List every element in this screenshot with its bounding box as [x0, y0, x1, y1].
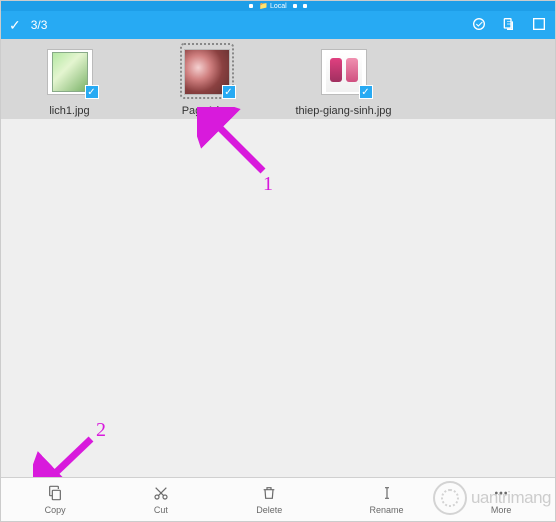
watermark-text: uantrimang	[471, 488, 551, 508]
status-location: 📁 Local	[259, 2, 286, 10]
delete-icon	[261, 485, 277, 504]
watermark-logo-icon	[433, 481, 467, 515]
copy-icon	[47, 485, 63, 504]
status-dot-icon	[293, 4, 297, 8]
rename-label: Rename	[370, 505, 404, 515]
select-all-icon[interactable]	[531, 16, 547, 35]
file-name-label: lich1.jpg	[49, 105, 89, 117]
cloud-icon[interactable]	[471, 16, 487, 35]
selection-count: 3/3	[31, 18, 48, 32]
file-item[interactable]: ✓ thiep-giang-sinh.jpg	[275, 49, 412, 117]
status-location-text: Local	[270, 3, 287, 10]
check-icon[interactable]: ✓	[9, 17, 21, 34]
selected-check-icon[interactable]: ✓	[85, 85, 99, 99]
header-actions	[471, 16, 547, 35]
rename-button[interactable]: Rename	[370, 485, 404, 515]
status-dot-icon	[249, 4, 253, 8]
status-dot-icon	[303, 4, 307, 8]
share-icon[interactable]	[501, 16, 517, 35]
annotation-label-1: 1	[263, 173, 273, 196]
file-item[interactable]: ✓ Page1.jpg	[138, 49, 275, 117]
selected-check-icon[interactable]: ✓	[359, 85, 373, 99]
delete-button[interactable]: Delete	[256, 485, 282, 515]
file-name-label: thiep-giang-sinh.jpg	[295, 105, 391, 117]
copy-button[interactable]: Copy	[45, 485, 66, 515]
file-item[interactable]: ✓ lich1.jpg	[1, 49, 138, 117]
selected-check-icon[interactable]: ✓	[222, 85, 236, 99]
selection-header: ✓ 3/3	[1, 11, 555, 39]
copy-label: Copy	[45, 505, 66, 515]
file-grid: ✓ lich1.jpg ✓ Page1.jpg ✓ thiep-giang-si…	[1, 39, 555, 129]
file-name-label: Page1.jpg	[182, 105, 232, 117]
cut-icon	[153, 485, 169, 504]
cut-button[interactable]: Cut	[153, 485, 169, 515]
delete-label: Delete	[256, 505, 282, 515]
status-bar: 📁 Local	[1, 1, 555, 11]
watermark: uantrimang	[433, 481, 551, 515]
rename-icon	[379, 485, 395, 504]
cut-label: Cut	[154, 505, 168, 515]
annotation-label-2: 2	[96, 419, 106, 442]
app-screen: 📁 Local ✓ 3/3 ✓ lich1.jpg	[0, 0, 556, 522]
content-area	[1, 119, 555, 477]
